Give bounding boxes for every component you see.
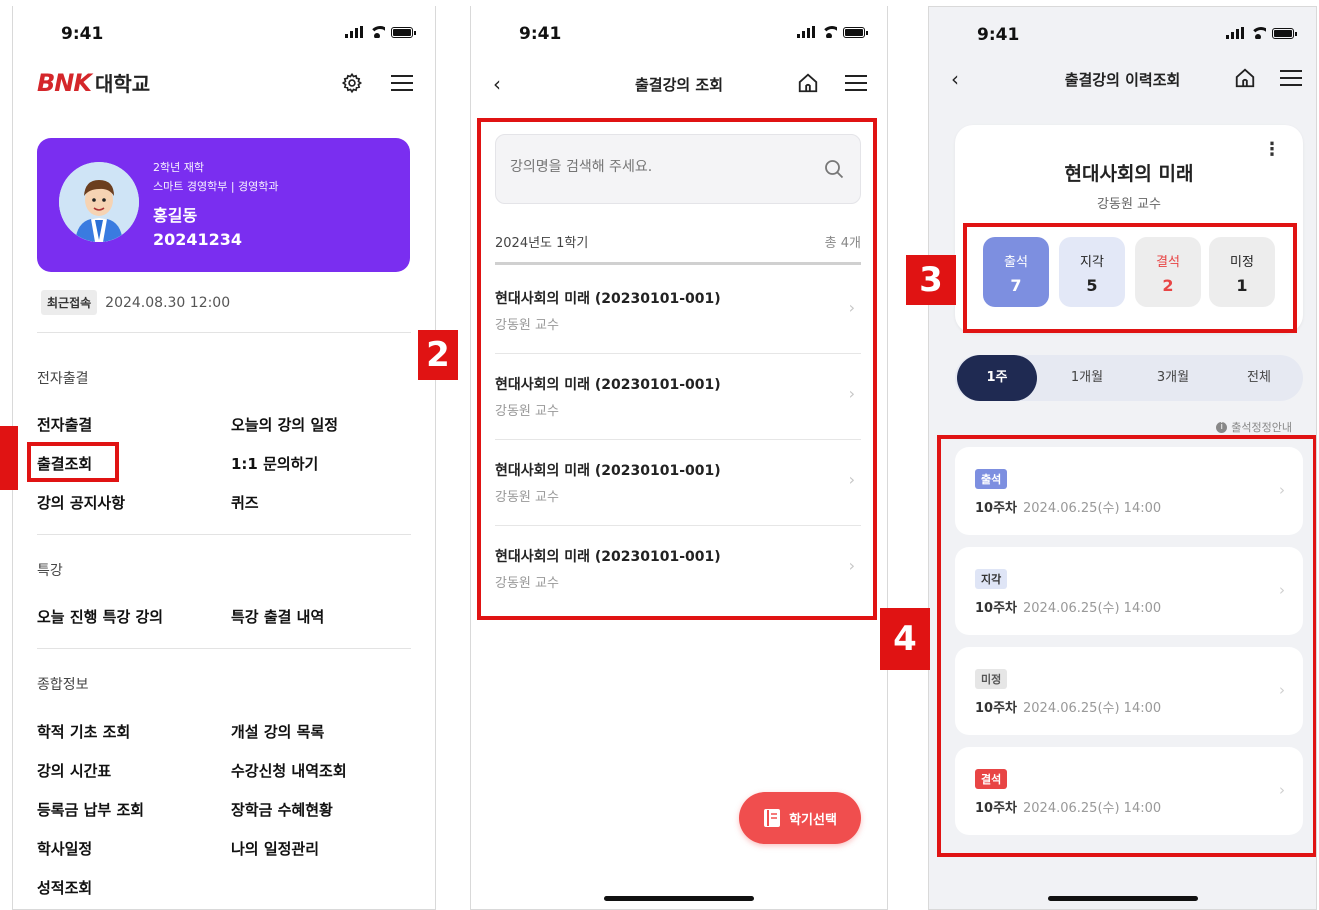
menu-tuition[interactable]: 등록금 납부 조회: [37, 799, 144, 820]
annotation-marker-1: [0, 426, 18, 490]
menu-academic-basic[interactable]: 학적 기초 조회: [37, 721, 130, 742]
section-title-general: 종합정보: [37, 677, 89, 693]
wifi-icon: [1250, 27, 1266, 39]
hamburger-menu-icon[interactable]: [1278, 65, 1304, 91]
period-tab-1week[interactable]: 1주: [957, 355, 1037, 401]
profile-grade: 2학년 재학: [153, 161, 204, 174]
battery-icon: [843, 26, 868, 38]
guide-label: 출석정정안내: [1231, 421, 1292, 434]
semester-select-label: 학기선택: [789, 812, 837, 828]
divider: [37, 332, 411, 333]
signal-icon: [345, 26, 363, 38]
semester-select-button[interactable]: 학기선택: [739, 792, 861, 844]
recent-login-time: 2024.08.30 12:00: [105, 294, 231, 311]
divider: [37, 648, 411, 649]
university-logo[interactable]: BNK 대학교: [37, 68, 150, 97]
home-icon[interactable]: [795, 70, 821, 96]
course-title: 현대사회의 미래: [1064, 163, 1194, 185]
profile-name: 홍길동: [153, 206, 198, 225]
hamburger-menu-icon[interactable]: [843, 70, 869, 96]
period-tab-1month[interactable]: 1개월: [1047, 355, 1127, 401]
status-time: 9:41: [977, 25, 1020, 45]
home-icon[interactable]: [1232, 65, 1258, 91]
info-icon: i: [1216, 421, 1228, 433]
section-title-special: 특강: [37, 563, 63, 579]
battery-icon: [1272, 27, 1297, 39]
menu-academic-calendar[interactable]: 학사일정: [37, 838, 92, 859]
annotation-highlight-stats: [963, 223, 1297, 333]
menu-notice[interactable]: 강의 공지사항: [37, 492, 125, 513]
annotation-marker-2: 2: [418, 330, 458, 380]
menu-inquiry[interactable]: 1:1 문의하기: [231, 453, 318, 474]
menu-e-attend[interactable]: 전자출결: [37, 414, 92, 435]
phone-screen-attendance-history: 9:41 ‹ 출결강의 이력조회 ⋮ 현대사회의 미래 강동원 교수 출석 7 …: [928, 6, 1317, 910]
home-indicator: [1047, 896, 1198, 901]
profile-card[interactable]: 2학년 재학 스마트 경영학부 | 경영학과 홍길동 20241234: [37, 138, 410, 272]
status-bar: 9:41: [929, 21, 1316, 45]
menu-today-special[interactable]: 오늘 진행 특강 강의: [37, 606, 163, 627]
profile-student-id: 20241234: [153, 230, 243, 249]
wifi-icon: [369, 26, 385, 38]
home-indicator: [604, 896, 754, 901]
profile-dept: 스마트 경영학부 | 경영학과: [153, 180, 279, 193]
battery-icon: [391, 26, 416, 38]
recent-login-badge: 최근접속: [41, 290, 98, 315]
period-tab-3months[interactable]: 3개월: [1133, 355, 1213, 401]
avatar: [59, 162, 139, 242]
brand-univ: 대학교: [94, 72, 151, 96]
phone-screen-main-menu: 9:41 BNK 대학교 2학년 재학 스마트 경영학부 | 경영학과 홍길동 …: [12, 6, 436, 910]
period-tab-all[interactable]: 전체: [1219, 355, 1299, 401]
annotation-marker-4: 4: [880, 608, 930, 670]
annotation-highlight-attend-check: [27, 442, 119, 482]
wifi-icon: [821, 26, 837, 38]
status-bar: 9:41: [13, 20, 435, 44]
annotation-marker-3: 3: [906, 255, 956, 305]
period-filter: 1주 1개월 3개월 전체: [955, 355, 1303, 401]
menu-course-list[interactable]: 개설 강의 목록: [231, 721, 324, 742]
section-title-e-attend: 전자출결: [37, 371, 89, 387]
menu-special-attend[interactable]: 특강 출결 내역: [231, 606, 324, 627]
course-professor: 강동원 교수: [1097, 197, 1161, 212]
status-icons: [345, 26, 416, 38]
annotation-highlight-course-list: [477, 118, 877, 620]
annotation-highlight-records: [937, 435, 1316, 857]
menu-quiz[interactable]: 퀴즈: [231, 492, 259, 513]
attendance-correction-guide[interactable]: i 출석정정안내: [1216, 419, 1292, 435]
status-bar: 9:41: [471, 20, 887, 44]
menu-timetable[interactable]: 강의 시간표: [37, 760, 111, 781]
menu-enroll-history[interactable]: 수강신청 내역조회: [231, 760, 347, 781]
divider: [37, 534, 411, 535]
status-icons: [797, 26, 868, 38]
menu-scholarship[interactable]: 장학금 수혜현황: [231, 799, 333, 820]
status-time: 9:41: [519, 24, 562, 44]
signal-icon: [1226, 27, 1244, 39]
header-actions: [339, 70, 415, 96]
gear-icon[interactable]: [339, 70, 365, 96]
hamburger-menu-icon[interactable]: [389, 70, 415, 96]
phone-screen-attendance-courses: 9:41 ‹ 출결강의 조회 2024년도 1학기 총 4개 현대사회의 미래 …: [470, 6, 888, 910]
brand-logo: BNK: [37, 69, 92, 97]
signal-icon: [797, 26, 815, 38]
more-options-icon[interactable]: ⋮: [1263, 139, 1281, 160]
recent-login: 최근접속 2024.08.30 12:00: [41, 290, 230, 315]
status-time: 9:41: [61, 24, 104, 44]
nav-bar: ‹ 출결강의 조회: [471, 68, 887, 104]
book-icon: [764, 809, 781, 827]
menu-my-schedule[interactable]: 나의 일정관리: [231, 838, 319, 859]
menu-today-schedule[interactable]: 오늘의 강의 일정: [231, 414, 338, 435]
status-icons: [1226, 27, 1297, 39]
nav-bar: ‹ 출결강의 이력조회: [929, 63, 1316, 99]
menu-grades[interactable]: 성적조회: [37, 877, 92, 898]
